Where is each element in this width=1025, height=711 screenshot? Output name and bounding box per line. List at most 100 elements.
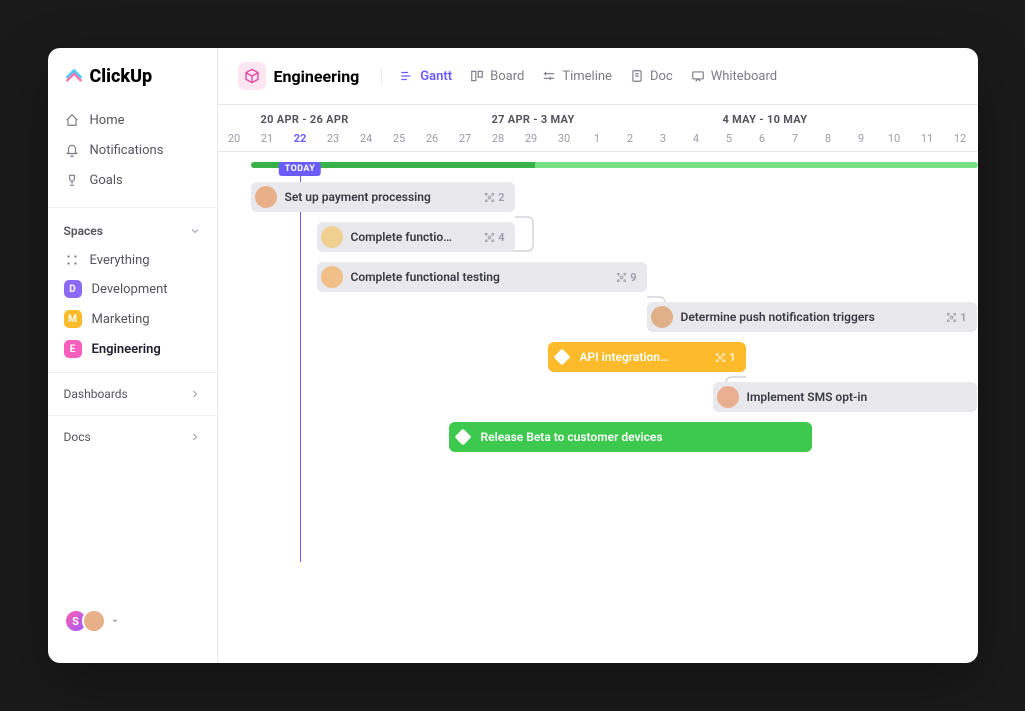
day-cell[interactable]: 4 [680,132,713,145]
day-cell[interactable]: 29 [515,132,548,145]
task-row: Complete functional testing 9 [218,262,978,302]
docs-label: Docs [64,430,91,444]
spaces-label: Spaces [64,224,103,238]
nav-goals[interactable]: Goals [48,165,217,195]
home-icon [64,112,80,128]
today-badge: TODAY [279,162,321,176]
cube-icon [244,68,260,84]
day-cell[interactable]: 10 [878,132,911,145]
assignee-avatar [321,266,343,288]
sidebar-everything[interactable]: Everything [48,246,217,274]
everything-label: Everything [90,253,150,268]
assignee-avatar [651,306,673,328]
nav-notifications[interactable]: Notifications [48,135,217,165]
day-cell[interactable]: 25 [383,132,416,145]
day-cell[interactable]: 6 [746,132,779,145]
task-row: Release Beta to customer devices [218,422,978,462]
subtask-count: 1 [715,351,735,364]
task-row: API integration… 1 [218,342,978,382]
task-bar[interactable]: Set up payment processing2 [251,182,515,212]
subtask-icon [946,312,957,323]
dashboards-section[interactable]: Dashboards [48,372,217,415]
view-doc[interactable]: Doc [630,69,673,84]
task-row: Complete functio… 4 [218,222,978,262]
space-badge: E [64,340,82,358]
task-title: Complete functional testing [351,270,500,284]
nav-label: Goals [90,173,123,188]
view-board[interactable]: Board [470,69,524,84]
logo[interactable]: ClickUp [48,66,217,101]
docs-section[interactable]: Docs [48,415,217,458]
task-title: API integration… [580,350,669,364]
current-space[interactable]: Engineering [238,62,360,90]
task-row: Determine push notification triggers1 [218,302,978,342]
day-cell[interactable]: 24 [350,132,383,145]
day-cell[interactable]: 2 [614,132,647,145]
sidebar: ClickUp Home Notifications Goals Spaces … [48,48,218,663]
clickup-logo-icon [64,67,84,87]
task-bar[interactable]: Release Beta to customer devices [449,422,812,452]
task-bar[interactable]: API integration… 1 [548,342,746,372]
day-cell[interactable]: 22 [284,132,317,145]
view-label: Board [490,69,524,84]
view-timeline[interactable]: Timeline [542,69,612,84]
timeline-icon [542,69,556,83]
progress-bar [251,162,978,168]
week-label: 27 APR - 3 MAY [482,113,713,126]
chevron-right-icon [189,388,201,400]
space-label: Engineering [92,342,161,357]
day-cell[interactable]: 26 [416,132,449,145]
day-cell[interactable]: 28 [482,132,515,145]
week-label: 20 APR - 26 APR [218,113,482,126]
subtask-count: 9 [616,271,636,284]
spaces-list: DDevelopmentMMarketing E Engineering [48,274,217,364]
task-row: Implement SMS opt-in [218,382,978,422]
topbar: Engineering Gantt Board Timeline Doc Whitebo… [218,48,978,105]
sidebar-space-development[interactable]: DDevelopment [48,274,217,304]
chevron-right-icon [189,431,201,443]
progress-segment [535,162,978,168]
day-cell[interactable]: 27 [449,132,482,145]
timeline-header: 20 APR - 26 APR27 APR - 3 MAY4 MAY - 10 … [218,105,978,152]
day-cell[interactable]: 23 [317,132,350,145]
day-cell[interactable]: 12 [944,132,977,145]
sidebar-space-marketing[interactable]: MMarketing [48,304,217,334]
day-cell[interactable]: 30 [548,132,581,145]
day-cell[interactable]: 7 [779,132,812,145]
task-bar[interactable]: Complete functio… 4 [317,222,515,252]
day-cell[interactable]: 3 [647,132,680,145]
assignee-avatar [321,226,343,248]
task-bar[interactable]: Complete functional testing 9 [317,262,647,292]
board-icon [470,69,484,83]
sidebar-space-engineering[interactable]: E Engineering [48,334,217,364]
day-cell[interactable]: 20 [218,132,251,145]
view-tabs: Gantt Board Timeline Doc Whiteboard [381,69,777,84]
day-cell[interactable]: 21 [251,132,284,145]
view-whiteboard[interactable]: Whiteboard [691,69,777,84]
space-name: Engineering [274,67,360,86]
subtask-count: 4 [484,231,504,244]
nav-home[interactable]: Home [48,105,217,135]
day-cell[interactable]: 8 [812,132,845,145]
day-cell[interactable]: 1 [581,132,614,145]
app-window: ClickUp Home Notifications Goals Spaces … [48,48,978,663]
day-cell[interactable]: 11 [911,132,944,145]
spaces-header[interactable]: Spaces [48,207,217,246]
task-title: Complete functio… [351,230,452,244]
trophy-icon [64,172,80,188]
logo-text: ClickUp [90,66,153,87]
nav-label: Notifications [90,143,164,158]
chevron-down-icon [189,225,201,237]
gantt-chart[interactable]: TODAY Set up payment processing2 Complete… [218,162,978,462]
subtask-icon [616,272,627,283]
task-title: Implement SMS opt-in [747,390,868,404]
avatar-stack[interactable]: S [64,609,106,633]
task-bar[interactable]: Implement SMS opt-in [713,382,977,412]
space-icon [238,62,266,90]
task-title: Determine push notification triggers [681,310,875,324]
caret-down-icon[interactable] [110,616,120,626]
view-gantt[interactable]: Gantt [400,69,452,84]
task-bar[interactable]: Determine push notification triggers1 [647,302,977,332]
day-cell[interactable]: 5 [713,132,746,145]
day-cell[interactable]: 9 [845,132,878,145]
